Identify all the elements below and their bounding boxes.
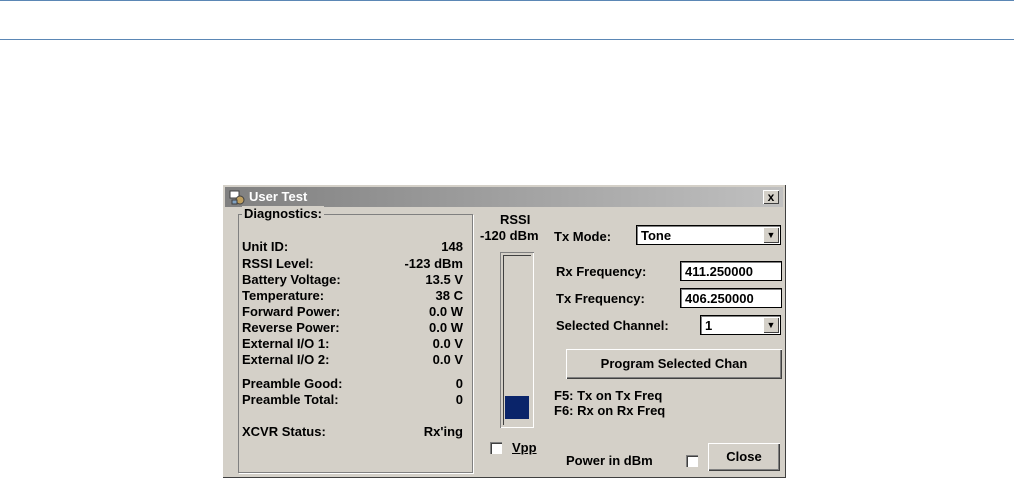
- tx-frequency-input[interactable]: 406.250000: [680, 288, 782, 308]
- tx-frequency-value: 406.250000: [685, 291, 754, 306]
- diagnostics-row-value: 0.0 V: [432, 336, 463, 351]
- diagnostics-row-value: 0.0 W: [429, 320, 463, 335]
- diagnostics-row-label: Unit ID:: [242, 239, 289, 254]
- diagnostics-row-value: 0.0 V: [432, 352, 463, 367]
- power-in-dbm-checkbox[interactable]: [686, 455, 698, 467]
- rx-frequency-value: 411.250000: [685, 264, 753, 279]
- hint-f6: F6: Rx on Rx Freq: [554, 403, 666, 418]
- top-rule: [0, 0, 1014, 1]
- window-title: User Test: [249, 189, 308, 204]
- title-bar[interactable]: User Test x: [225, 187, 783, 207]
- diagnostics-row-label: Preamble Total:: [242, 392, 339, 407]
- tx-frequency-label: Tx Frequency:: [556, 291, 645, 306]
- diagnostics-row-value: 0: [455, 392, 463, 407]
- rx-frequency-label: Rx Frequency:: [556, 264, 647, 279]
- diagnostics-row-value: 38 C: [435, 288, 463, 303]
- diagnostics-row-label: External I/O 1:: [242, 336, 330, 351]
- vpp-label[interactable]: Vpp: [512, 440, 537, 455]
- close-window-icon[interactable]: x: [763, 190, 779, 204]
- diagnostics-row-label: Forward Power:: [242, 304, 341, 319]
- diagnostics-row-value: 148: [441, 239, 463, 254]
- diagnostics-row-value: Rx'ing: [423, 424, 463, 439]
- dropdown-arrow-icon[interactable]: ▼: [763, 227, 779, 243]
- tx-mode-value: Tone: [641, 228, 672, 243]
- rx-frequency-input[interactable]: 411.250000: [680, 261, 782, 281]
- rssi-meter-fill: [505, 396, 529, 419]
- app-icon: [229, 189, 245, 205]
- diagnostics-row-value: -123 dBm: [404, 256, 463, 271]
- rssi-title: RSSI: [500, 212, 531, 227]
- vpp-checkbox[interactable]: [490, 442, 502, 454]
- tx-mode-label: Tx Mode:: [554, 229, 612, 244]
- selected-channel-select[interactable]: 1 ▼: [700, 315, 781, 335]
- diagnostics-title: Diagnostics:: [242, 206, 325, 221]
- diagnostics-row-label: Reverse Power:: [242, 320, 340, 335]
- rssi-reading: -120 dBm: [480, 228, 539, 243]
- diagnostics-row-label: Temperature:: [242, 288, 325, 303]
- program-selected-chan-button[interactable]: Program Selected Chan: [566, 349, 782, 379]
- hint-f5: F5: Tx on Tx Freq: [554, 388, 663, 403]
- selected-channel-value: 1: [705, 318, 713, 333]
- diagnostics-row-label: External I/O 2:: [242, 352, 330, 367]
- diagnostics-row-value: 0: [455, 376, 463, 391]
- diagnostics-row-value: 13.5 V: [425, 272, 463, 287]
- close-button[interactable]: Close: [708, 443, 780, 471]
- close-button-label: Close: [726, 449, 762, 464]
- selected-channel-label: Selected Channel:: [556, 318, 669, 333]
- header-rule: [0, 39, 1014, 40]
- diagnostics-row-label: Battery Voltage:: [242, 272, 341, 287]
- diagnostics-row-value: 0.0 W: [429, 304, 463, 319]
- diagnostics-row-label: XCVR Status:: [242, 424, 326, 439]
- program-button-label: Program Selected Chan: [600, 356, 748, 371]
- diagnostics-row-label: RSSI Level:: [242, 256, 314, 271]
- tx-mode-select[interactable]: Tone ▼: [636, 225, 781, 245]
- power-in-dbm-label[interactable]: Power in dBm: [566, 453, 653, 468]
- diagnostics-row-label: Preamble Good:: [242, 376, 343, 391]
- dropdown-arrow-icon[interactable]: ▼: [763, 317, 779, 333]
